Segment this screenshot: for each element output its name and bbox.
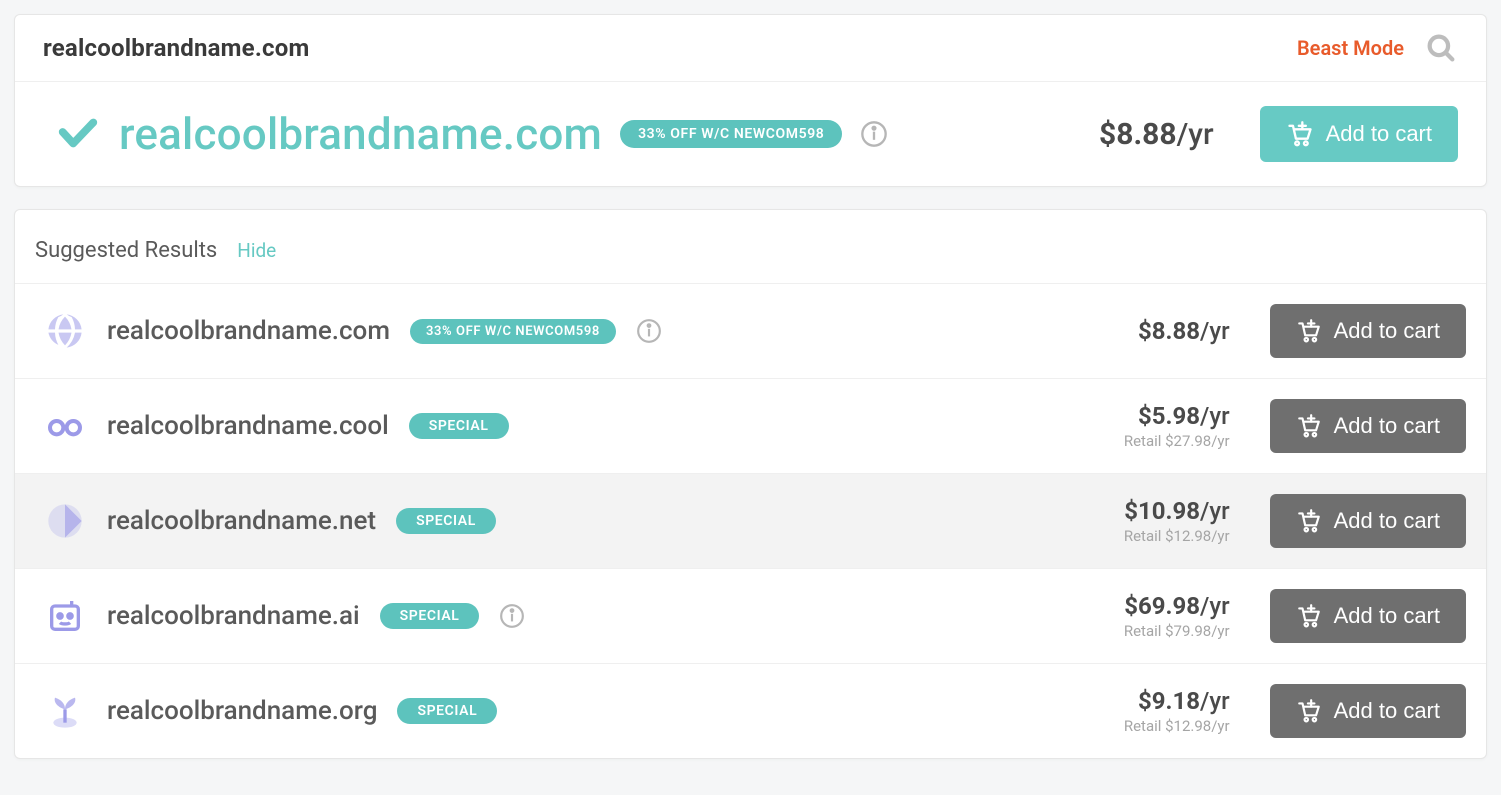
suggested-row: realcoolbrandname.ai SPECIAL $69.98/yr Reta… (15, 569, 1486, 664)
row-retail: Retail $12.98/yr (1124, 717, 1230, 735)
row-price: $10.98/yr (1124, 497, 1230, 525)
row-domain: realcoolbrandname.ai (107, 601, 360, 631)
check-icon (55, 109, 101, 159)
featured-price: $8.88/yr (1099, 117, 1214, 152)
net-icon (43, 499, 87, 543)
info-icon[interactable] (499, 603, 525, 629)
beast-mode-link[interactable]: Beast Mode (1297, 36, 1404, 60)
row-price-per: /yr (1200, 687, 1230, 715)
add-to-cart-button[interactable]: Add to cart (1270, 589, 1466, 643)
row-price-value: $9.18 (1138, 687, 1200, 715)
search-bar: realcoolbrandname.com Beast Mode (15, 15, 1486, 82)
globe-icon (43, 309, 87, 353)
add-to-cart-button[interactable]: Add to cart (1270, 494, 1466, 548)
suggested-row: realcoolbrandname.cool SPECIAL $5.98/yr Ret… (15, 379, 1486, 474)
suggested-row: realcoolbrandname.net SPECIAL $10.98/yr Ret… (15, 474, 1486, 569)
row-domain: realcoolbrandname.com (107, 316, 390, 346)
search-term: realcoolbrandname.com (43, 34, 1297, 62)
suggested-card: Suggested Results Hide realcoolbrandname… (14, 209, 1487, 759)
add-to-cart-button[interactable]: Add to cart (1270, 304, 1466, 358)
special-badge: SPECIAL (409, 413, 509, 439)
suggested-row: realcoolbrandname.com 33% OFF W/C NEWCOM5… (15, 284, 1486, 379)
row-price-per: /yr (1200, 592, 1230, 620)
special-badge: SPECIAL (397, 698, 497, 724)
row-domain: realcoolbrandname.net (107, 506, 376, 536)
row-price-value: $8.88 (1138, 317, 1200, 345)
special-badge: SPECIAL (380, 603, 480, 629)
promo-badge: 33% OFF W/C NEWCOM598 (620, 120, 842, 148)
row-domain: realcoolbrandname.cool (107, 411, 389, 441)
hide-link[interactable]: Hide (237, 239, 276, 262)
add-to-cart-button[interactable]: Add to cart (1260, 106, 1458, 162)
row-price-value: $69.98 (1124, 592, 1200, 620)
suggested-rows: realcoolbrandname.com 33% OFF W/C NEWCOM5… (15, 284, 1486, 758)
add-to-cart-label: Add to cart (1334, 698, 1440, 724)
add-to-cart-label: Add to cart (1326, 121, 1432, 147)
add-to-cart-button[interactable]: Add to cart (1270, 684, 1466, 738)
add-to-cart-label: Add to cart (1334, 413, 1440, 439)
row-retail: Retail $79.98/yr (1124, 622, 1230, 640)
row-price-block: $10.98/yr Retail $12.98/yr (1124, 497, 1230, 545)
search-card: realcoolbrandname.com Beast Mode realcoo… (14, 14, 1487, 187)
special-badge: SPECIAL (396, 508, 496, 534)
glasses-icon (43, 404, 87, 448)
add-to-cart-label: Add to cart (1334, 508, 1440, 534)
suggested-row: realcoolbrandname.org SPECIAL $9.18/yr Reta… (15, 664, 1486, 758)
featured-domain: realcoolbrandname.com (119, 108, 602, 160)
row-price-per: /yr (1200, 497, 1230, 525)
info-icon[interactable] (860, 120, 888, 148)
robot-icon (43, 594, 87, 638)
sprout-icon (43, 689, 87, 733)
row-price-value: $10.98 (1124, 497, 1200, 525)
row-price-block: $9.18/yr Retail $12.98/yr (1124, 687, 1230, 735)
suggested-title: Suggested Results (35, 238, 217, 263)
row-price-per: /yr (1200, 402, 1230, 430)
featured-row: realcoolbrandname.com 33% OFF W/C NEWCOM… (15, 82, 1486, 186)
row-price: $9.18/yr (1124, 687, 1230, 715)
row-price: $5.98/yr (1124, 402, 1230, 430)
add-to-cart-label: Add to cart (1334, 318, 1440, 344)
row-price: $8.88/yr (1138, 317, 1230, 345)
featured-price-per: /yr (1177, 117, 1214, 152)
featured-price-value: $8.88 (1099, 117, 1177, 152)
row-price-per: /yr (1200, 317, 1230, 345)
search-icon[interactable] (1424, 31, 1458, 65)
add-to-cart-label: Add to cart (1334, 603, 1440, 629)
info-icon[interactable] (636, 318, 662, 344)
add-to-cart-button[interactable]: Add to cart (1270, 399, 1466, 453)
row-price-block: $5.98/yr Retail $27.98/yr (1124, 402, 1230, 450)
row-retail: Retail $12.98/yr (1124, 527, 1230, 545)
row-price-block: $8.88/yr (1138, 317, 1230, 345)
suggested-header: Suggested Results Hide (15, 210, 1486, 284)
row-domain: realcoolbrandname.org (107, 696, 377, 726)
row-price-value: $5.98 (1138, 402, 1200, 430)
row-price-block: $69.98/yr Retail $79.98/yr (1124, 592, 1230, 640)
promo-badge: 33% OFF W/C NEWCOM598 (410, 319, 616, 344)
row-price: $69.98/yr (1124, 592, 1230, 620)
row-retail: Retail $27.98/yr (1124, 432, 1230, 450)
